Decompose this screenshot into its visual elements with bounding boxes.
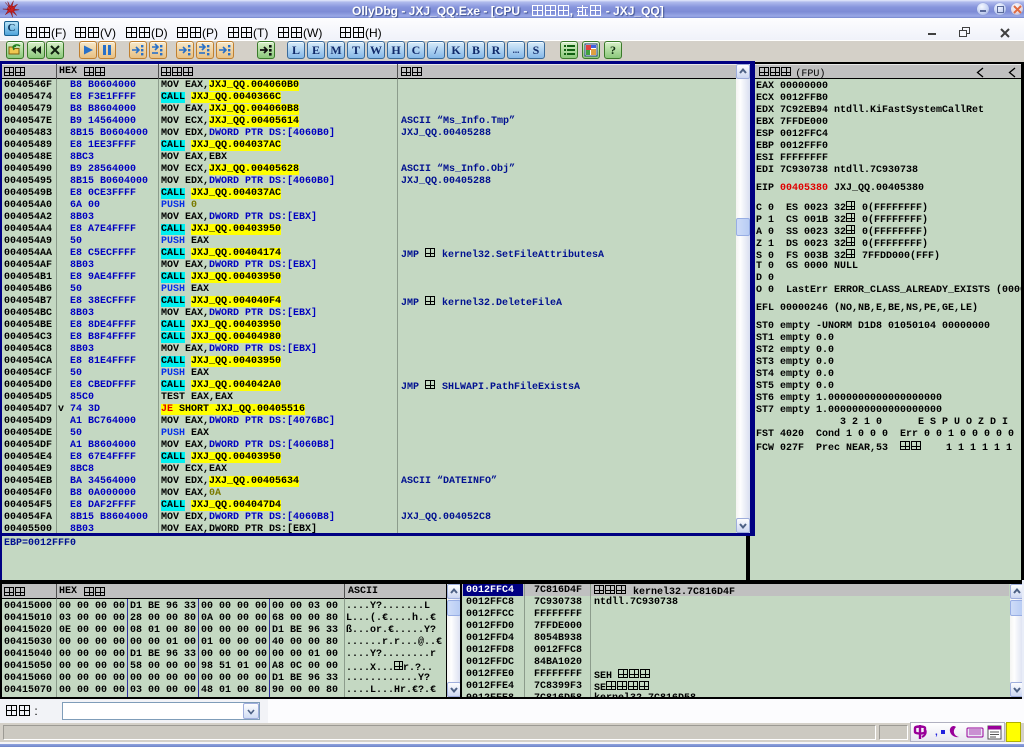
svg-text:,: , [935, 727, 938, 738]
